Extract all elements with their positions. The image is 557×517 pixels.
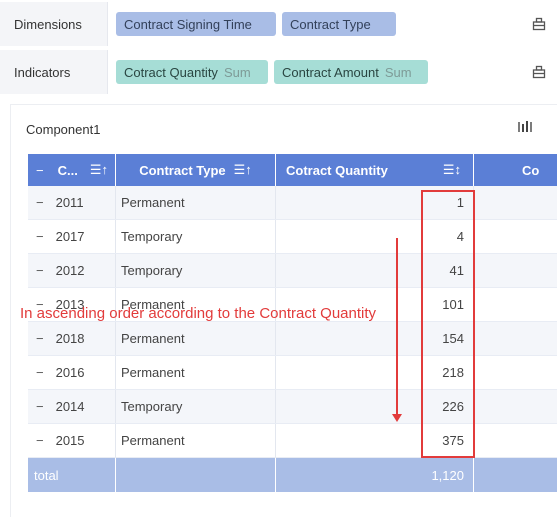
year-value: 2015 xyxy=(55,433,85,448)
collapse-icon[interactable]: − xyxy=(36,263,44,278)
collapse-icon[interactable]: − xyxy=(36,163,44,178)
indicator-field-agg: Sum xyxy=(223,64,251,80)
collapse-icon[interactable]: − xyxy=(36,331,44,346)
year-cell: −2012 xyxy=(28,254,116,287)
chart-type-icon[interactable] xyxy=(518,120,532,136)
component-title: Component1 xyxy=(26,122,101,137)
table-row: −2015 Permanent 375 xyxy=(28,424,557,458)
sort-icon[interactable]: ☰↑ xyxy=(90,162,108,178)
amount-cell xyxy=(474,424,557,457)
indicators-bar: Indicators Cotract Quantity Sum Contract… xyxy=(0,50,557,94)
collapse-icon[interactable]: − xyxy=(36,195,44,210)
dimension-field-signing-time[interactable]: Contract Signing Time xyxy=(116,12,276,36)
sort-icon[interactable]: ☰↕ xyxy=(443,162,461,178)
amount-cell xyxy=(474,356,557,389)
year-cell: −2018 xyxy=(28,322,116,355)
header-label: Contract Type xyxy=(139,162,226,178)
header-contract-quantity[interactable]: Cotract Quantity ☰↕ xyxy=(276,154,474,186)
down-arrow-icon xyxy=(392,238,402,422)
total-amount-cell xyxy=(474,458,557,492)
type-cell: Permanent xyxy=(116,356,276,389)
year-value: 2014 xyxy=(55,399,85,414)
highlight-box xyxy=(421,190,475,458)
dimensions-label: Dimensions xyxy=(0,2,108,46)
indicator-field-agg: Sum xyxy=(384,64,412,80)
header-contract-type[interactable]: Contract Type ☰↑ xyxy=(116,154,276,186)
indicators-fields: Cotract Quantity Sum Contract Amount Sum xyxy=(108,50,521,94)
year-value: 2011 xyxy=(55,195,84,210)
dimensions-fields: Contract Signing Time Contract Type xyxy=(108,2,521,46)
header-label: Cotract Quantity xyxy=(286,162,388,178)
table-row: −2012 Temporary 41 xyxy=(28,254,557,288)
year-value: 2012 xyxy=(55,263,85,278)
indicators-settings-icon[interactable] xyxy=(521,50,557,94)
indicator-field-name: Cotract Quantity xyxy=(124,64,218,80)
collapse-icon[interactable]: − xyxy=(36,229,44,244)
collapse-icon[interactable]: − xyxy=(36,433,44,448)
collapse-icon[interactable]: − xyxy=(36,399,44,414)
type-cell: Permanent xyxy=(116,322,276,355)
data-table: − C... ☰↑ Contract Type ☰↑ Cotract Quant… xyxy=(28,154,557,492)
amount-cell xyxy=(474,254,557,287)
dimensions-bar: Dimensions Contract Signing Time Contrac… xyxy=(0,2,557,46)
indicator-field-quantity[interactable]: Cotract Quantity Sum xyxy=(116,60,268,84)
year-cell: −2015 xyxy=(28,424,116,457)
year-value: 2018 xyxy=(55,331,85,346)
header-label: Co xyxy=(522,162,540,178)
header-signing-time[interactable]: − C... ☰↑ xyxy=(28,154,116,186)
year-value: 2016 xyxy=(55,365,85,380)
amount-cell xyxy=(474,220,557,253)
dimension-field-contract-type[interactable]: Contract Type xyxy=(282,12,396,36)
indicator-field-name: Contract Amount xyxy=(282,64,379,80)
year-value: 2017 xyxy=(55,229,85,244)
type-cell: Temporary xyxy=(116,390,276,423)
table-row: −2017 Temporary 4 xyxy=(28,220,557,254)
table-row: −2018 Permanent 154 xyxy=(28,322,557,356)
amount-cell xyxy=(474,186,557,219)
total-quantity: 1,120 xyxy=(276,458,474,492)
amount-cell xyxy=(474,390,557,423)
table-row: −2011 Permanent 1 xyxy=(28,186,557,220)
table-body: −2011 Permanent 1 −2017 Temporary 4 −201… xyxy=(28,186,557,458)
year-cell: −2016 xyxy=(28,356,116,389)
type-cell: Temporary xyxy=(116,220,276,253)
dimensions-settings-icon[interactable] xyxy=(521,2,557,46)
type-cell: Temporary xyxy=(116,254,276,287)
collapse-icon[interactable]: − xyxy=(36,365,44,380)
table-total-row: total 1,120 xyxy=(28,458,557,492)
header-label: C... xyxy=(57,162,78,178)
table-row: −2014 Temporary 226 xyxy=(28,390,557,424)
header-contract-amount[interactable]: Co xyxy=(474,154,557,186)
annotation-text: In ascending order according to the Cont… xyxy=(20,305,377,322)
sort-icon[interactable]: ☰↑ xyxy=(234,162,252,178)
type-cell: Permanent xyxy=(116,186,276,219)
total-label: total xyxy=(28,458,116,492)
total-type-cell xyxy=(116,458,276,492)
indicator-field-amount[interactable]: Contract Amount Sum xyxy=(274,60,428,84)
table-row: −2016 Permanent 218 xyxy=(28,356,557,390)
year-cell: −2014 xyxy=(28,390,116,423)
type-cell: Permanent xyxy=(116,424,276,457)
indicators-label: Indicators xyxy=(0,50,108,94)
amount-cell xyxy=(474,288,557,321)
year-cell: −2017 xyxy=(28,220,116,253)
year-cell: −2011 xyxy=(28,186,116,219)
amount-cell xyxy=(474,322,557,355)
table-header: − C... ☰↑ Contract Type ☰↑ Cotract Quant… xyxy=(28,154,557,186)
